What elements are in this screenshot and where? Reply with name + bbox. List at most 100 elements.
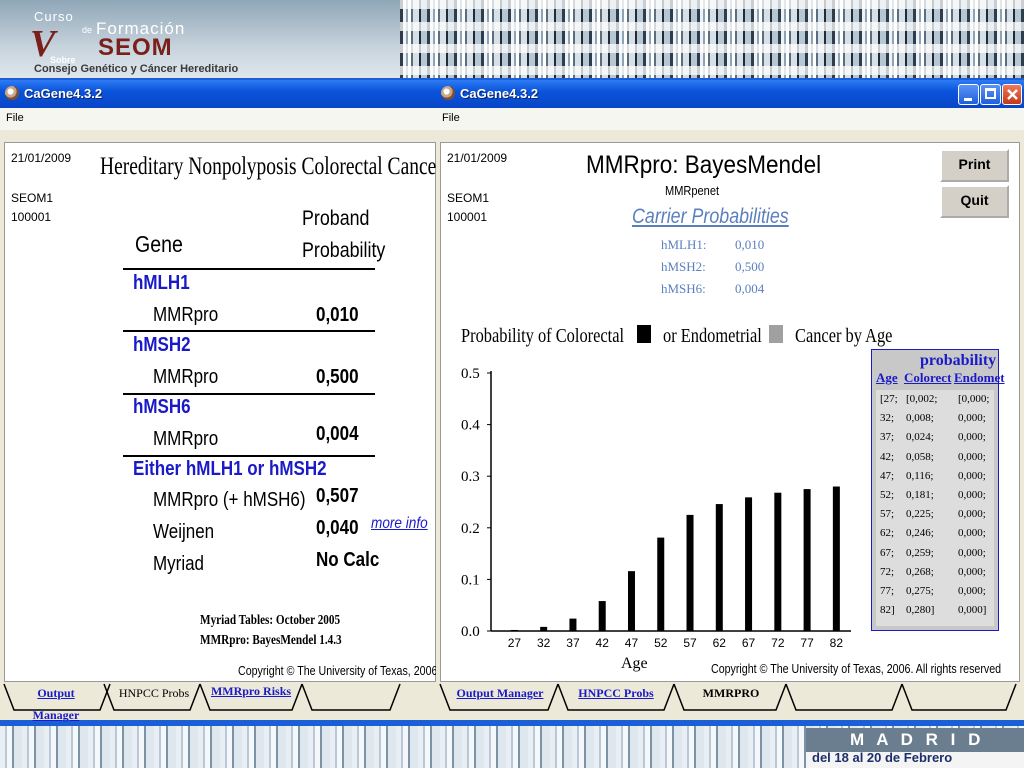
table-cell: 0,008;: [906, 412, 934, 425]
table-title: probability: [920, 352, 997, 369]
probability-value: 0,507: [316, 485, 359, 507]
group-divider: [123, 393, 375, 395]
carrier-value: 0,010: [735, 237, 765, 252]
x-tick-label: 47: [625, 636, 639, 650]
left-menubar: File: [0, 108, 436, 130]
x-axis-label: Age: [621, 655, 648, 672]
bar-colorectal: [715, 504, 723, 631]
tab-output-manager[interactable]: Output Manager: [452, 682, 548, 708]
probability-table: probability Age Colorect Endomet [27; [0,…: [871, 349, 1005, 631]
close-button[interactable]: [1002, 84, 1022, 105]
y-tick-label: 0.1: [461, 572, 480, 588]
col-gene-header: Gene: [135, 231, 183, 257]
bar-colorectal: [627, 571, 635, 631]
table-header-age: Age: [876, 370, 898, 385]
tab-mmrpro-risks[interactable]: MMRpro Risks: [208, 682, 294, 708]
table-cell: 42;: [880, 450, 895, 463]
minimize-button[interactable]: [958, 84, 979, 105]
bar-colorectal: [510, 629, 518, 631]
tab-mmrpro[interactable]: MMRPRO: [686, 682, 776, 708]
probability-value: 0,500: [316, 366, 359, 388]
table-cell: [0,002;: [906, 393, 938, 405]
x-tick-label: 57: [683, 636, 697, 650]
footer-dates: del 18 al 20 de Febrero: [812, 750, 953, 765]
table-cell: 0,280]: [906, 604, 935, 617]
table-cell: 72;: [880, 565, 895, 578]
legend-colorectal-swatch: [637, 325, 651, 343]
model-label: MMRpro (+ hMSH6): [153, 489, 306, 511]
carrier-gene: hMLH1:: [661, 237, 707, 252]
col-prob-header-1: Proband: [302, 207, 370, 230]
right-window-title: CaGene4.3.2: [460, 86, 539, 101]
tab-output-manager[interactable]: Output Manager: [14, 682, 98, 722]
probability-value: 0,010: [316, 304, 359, 326]
col-prob-header-2: Probability: [302, 239, 386, 262]
minimize-icon: [964, 98, 972, 101]
logo-de: de: [82, 25, 93, 35]
tab-hnpcc-probs[interactable]: HNPCC Probs: [114, 682, 194, 708]
x-tick-label: 62: [713, 636, 727, 650]
tab-outline: [301, 683, 401, 711]
maximize-button[interactable]: [980, 84, 1001, 105]
table-cell: 77;: [880, 585, 895, 597]
y-tick-label: 0.3: [461, 469, 480, 485]
right-window-titlebar[interactable]: CaGene4.3.2: [436, 80, 1024, 108]
table-header-endomet: Endomet: [954, 370, 1005, 385]
table-cell: 0,000;: [958, 469, 986, 482]
menu-file[interactable]: File: [442, 112, 460, 124]
table-cell: 0,259;: [906, 546, 934, 559]
x-tick-label: 42: [596, 636, 610, 650]
date-label: 21/01/2009: [11, 151, 72, 165]
probability-value: No Calc: [316, 549, 380, 571]
id-label: 100001: [11, 210, 52, 224]
table-body: [27; [0,002; [0,000; 32; 0,008; 0,000; 37; 0,02…: [876, 390, 994, 626]
table-header-colorect: Colorect: [904, 370, 952, 385]
bar-colorectal: [774, 492, 782, 631]
x-tick-label: 37: [566, 636, 580, 650]
quit-button[interactable]: Quit: [940, 185, 1009, 218]
y-tick-label: 0.0: [461, 624, 480, 640]
bar-colorectal: [598, 601, 606, 631]
x-tick-label: 82: [830, 636, 844, 650]
page-title: Hereditary Nonpolyposis Colorectal Cance…: [100, 153, 443, 180]
header-divider: [123, 268, 375, 270]
note-mmrpro: MMRpro: BayesMendel 1.4.3: [200, 633, 342, 648]
table-cell: 0,000;: [958, 585, 986, 597]
table-cell: 37;: [880, 431, 895, 444]
table-cell: 0,000;: [958, 431, 986, 444]
group-divider: [123, 330, 375, 332]
logo-seom: SEOM: [98, 34, 173, 61]
tab-hnpcc-probs[interactable]: HNPCC Probs: [568, 682, 664, 708]
chart-title-part3: Cancer by Age: [795, 325, 893, 347]
table-cell: 0,058;: [906, 450, 934, 463]
footer-city: M A D R I D: [850, 730, 985, 749]
left-window-titlebar[interactable]: CaGene4.3.2: [0, 80, 436, 108]
probability-value: 0,004: [316, 423, 359, 445]
print-button[interactable]: Print: [940, 149, 1009, 182]
table-cell: 0,000;: [958, 412, 986, 425]
copyright-text: Copyright © The University of Texas, 200…: [238, 663, 455, 678]
user-label: SEOM1: [11, 191, 54, 205]
table-cell: 0,000;: [958, 489, 986, 501]
table-cell: 0,000;: [958, 527, 986, 540]
table-cell: [0,000;: [958, 393, 990, 405]
id-label: 100001: [447, 210, 488, 224]
legend-endometrial-swatch: [769, 325, 783, 343]
carrier-title: Carrier Probabilities: [632, 205, 789, 228]
bar-colorectal: [657, 537, 665, 631]
gene-hmlh1: hMLH1: [133, 272, 190, 294]
menu-file[interactable]: File: [6, 112, 24, 124]
bar-colorectal: [540, 626, 548, 631]
table-cell: 47;: [880, 469, 895, 482]
more-info-link[interactable]: more info: [371, 515, 428, 533]
table-cell: 0,246;: [906, 527, 934, 540]
app-icon: [5, 86, 19, 100]
gene-either: Either hMLH1 or hMSH2: [133, 458, 327, 480]
table-cell: 0,000;: [958, 508, 986, 521]
table-cell: 0,275;: [906, 585, 934, 597]
model-label: MMRpro: [153, 428, 219, 450]
tab-outline: [785, 683, 903, 711]
table-cell: 67;: [880, 546, 895, 559]
left-window-title: CaGene4.3.2: [24, 86, 103, 101]
close-icon: [1007, 89, 1018, 100]
